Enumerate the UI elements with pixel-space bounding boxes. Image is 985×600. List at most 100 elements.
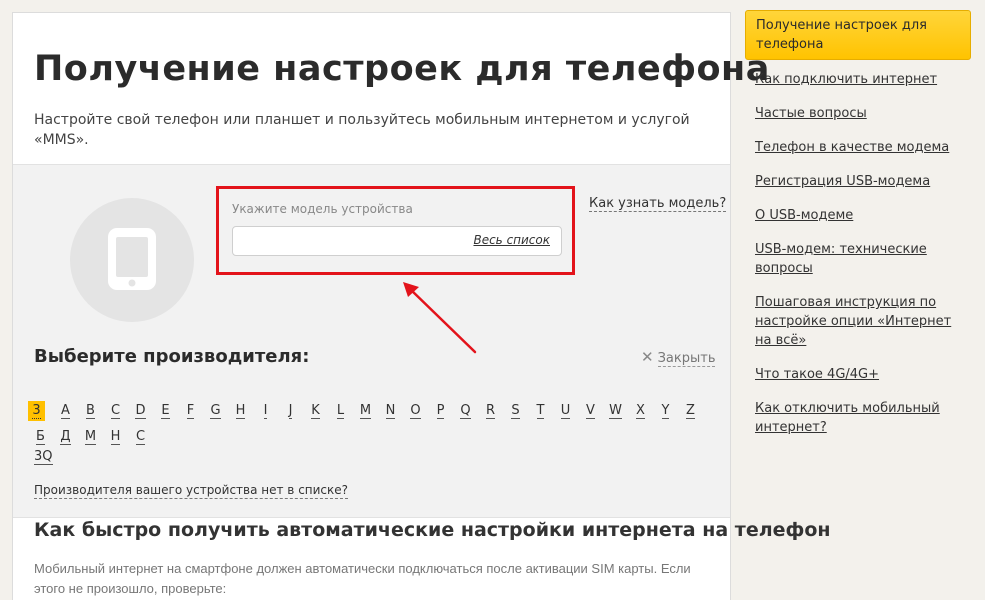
letter-label: Z xyxy=(686,403,695,419)
manufacturer-not-found-link[interactable]: Производителя вашего устройства нет в сп… xyxy=(34,483,349,499)
letter-label: U xyxy=(560,403,571,419)
how-to-find-model-link[interactable]: Как узнать модель? xyxy=(589,196,727,212)
sidebar-item[interactable]: Телефон в качестве модема xyxy=(755,138,971,157)
letter-latin-21[interactable]: U xyxy=(553,401,578,421)
sidebar-item-label: О USB-модеме xyxy=(755,208,854,223)
sidebar-item[interactable]: Как отключить мобильный интернет? xyxy=(755,399,971,437)
letter-label: Y xyxy=(661,403,670,419)
sidebar-item-label: Частые вопросы xyxy=(755,106,867,121)
letter-latin-1[interactable]: A xyxy=(53,401,78,421)
letter-label: T xyxy=(536,403,545,419)
letter-latin-13[interactable]: M xyxy=(353,401,378,421)
section-title: Как быстро получить автоматические настр… xyxy=(34,519,831,541)
letter-latin-22[interactable]: V xyxy=(578,401,603,421)
letter-label: 3 xyxy=(32,403,41,419)
section-text: Мобильный интернет на смартфоне должен а… xyxy=(34,561,691,596)
sidebar-item[interactable]: Регистрация USB-модема xyxy=(755,172,971,191)
close-icon: ✕ xyxy=(641,348,654,366)
letter-latin-16[interactable]: P xyxy=(428,401,453,421)
letter-label: O xyxy=(410,403,421,419)
letter-latin-2[interactable]: B xyxy=(78,401,103,421)
letter-latin-17[interactable]: Q xyxy=(453,401,478,421)
letter-label: N xyxy=(385,403,396,419)
sidebar-item-label: Что такое 4G/4G+ xyxy=(755,367,880,382)
sidebar-item-active[interactable]: Получение настроек для телефона xyxy=(745,10,971,60)
sidebar-item-label: Телефон в качестве модема xyxy=(755,140,950,155)
letter-label: С xyxy=(135,429,146,445)
sidebar-item[interactable]: USB-модем: технические вопросы xyxy=(755,240,971,278)
close-button[interactable]: ✕ Закрыть xyxy=(641,348,716,367)
letter-cyrillic-1[interactable]: Д xyxy=(53,427,78,447)
sidebar-list: Как подключить интернет Частые вопросы Тел… xyxy=(755,70,971,437)
phone-icon xyxy=(108,228,156,290)
sidebar-item[interactable]: Как подключить интернет xyxy=(755,70,971,89)
arrow-annotation xyxy=(403,282,477,354)
letter-label: Н xyxy=(110,429,121,445)
sidebar-item[interactable]: Пошаговая инструкция по настройке опции … xyxy=(755,293,971,350)
sidebar-item-label: Пошаговая инструкция по настройке опции … xyxy=(755,295,952,348)
letter-latin-19[interactable]: S xyxy=(503,401,528,421)
letter-latin-3[interactable]: C xyxy=(103,401,128,421)
letter-cyrillic-4[interactable]: С xyxy=(128,427,153,447)
letter-label: L xyxy=(336,403,345,419)
letter-label: G xyxy=(210,403,221,419)
letter-cyrillic-0[interactable]: Б xyxy=(28,427,53,447)
letter-latin-10[interactable]: J xyxy=(278,401,303,421)
brand-link[interactable]: 3Q xyxy=(34,449,53,465)
letter-latin-24[interactable]: X xyxy=(628,401,653,421)
letter-label: Б xyxy=(36,429,45,445)
letter-label: I xyxy=(263,403,268,419)
sidebar-item[interactable]: О USB-модеме xyxy=(755,206,971,225)
letter-latin-0[interactable]: 3 xyxy=(28,401,45,421)
letter-cyrillic-2[interactable]: М xyxy=(78,427,103,447)
page-subtitle: Настройте свой телефон или планшет и пол… xyxy=(34,112,690,148)
manufacturer-heading: Выберите производителя: xyxy=(34,346,310,367)
letter-label: M xyxy=(359,403,372,419)
letter-latin-12[interactable]: L xyxy=(328,401,353,421)
letter-latin-8[interactable]: H xyxy=(228,401,253,421)
letters-cyrillic: БДМНС xyxy=(28,426,153,448)
letter-label: Д xyxy=(60,429,71,445)
sidebar-item[interactable]: Что такое 4G/4G+ xyxy=(755,365,971,384)
letter-label: М xyxy=(84,429,97,445)
letter-latin-15[interactable]: O xyxy=(403,401,428,421)
letter-label: V xyxy=(586,403,595,419)
sidebar-item-label: Регистрация USB-модема xyxy=(755,174,931,189)
sidebar: Получение настроек для телефона Как подк… xyxy=(745,10,971,437)
search-label: Укажите модель устройства xyxy=(232,202,413,216)
letter-label: X xyxy=(636,403,645,419)
letter-latin-7[interactable]: G xyxy=(203,401,228,421)
letter-latin-23[interactable]: W xyxy=(603,401,628,421)
letter-cyrillic-3[interactable]: Н xyxy=(103,427,128,447)
letter-label: D xyxy=(135,403,146,419)
letter-latin-20[interactable]: T xyxy=(528,401,553,421)
letter-latin-25[interactable]: Y xyxy=(653,401,678,421)
letter-latin-6[interactable]: F xyxy=(178,401,203,421)
device-selector-panel: Укажите модель устройства Весь список Ка… xyxy=(13,164,730,518)
sidebar-item[interactable]: Частые вопросы xyxy=(755,104,971,123)
letter-label: J xyxy=(288,403,293,419)
letter-label: K xyxy=(311,403,320,419)
model-search-input[interactable]: Весь список xyxy=(232,226,562,256)
letter-latin-4[interactable]: D xyxy=(128,401,153,421)
letter-label: P xyxy=(436,403,445,419)
full-list-link[interactable]: Весь список xyxy=(473,233,550,247)
sidebar-item-label: USB-модем: технические вопросы xyxy=(755,242,927,276)
letter-label: E xyxy=(161,403,170,419)
letter-latin-18[interactable]: R xyxy=(478,401,503,421)
sidebar-item-label: Как подключить интернет xyxy=(755,72,938,87)
letter-label: C xyxy=(110,403,121,419)
letter-latin-14[interactable]: N xyxy=(378,401,403,421)
letter-latin-9[interactable]: I xyxy=(253,401,278,421)
letter-latin-5[interactable]: E xyxy=(153,401,178,421)
model-search-highlight: Укажите модель устройства Весь список xyxy=(216,186,575,275)
letter-label: H xyxy=(235,403,246,419)
letters-latin: 3 ABCDEFGH I J KLMNOPQRSTUVWXYZ xyxy=(28,400,703,422)
letter-label: B xyxy=(86,403,95,419)
letter-label: R xyxy=(485,403,496,419)
device-placeholder xyxy=(70,198,194,322)
letter-label: A xyxy=(61,403,70,419)
letter-latin-26[interactable]: Z xyxy=(678,401,703,421)
page-title: Получение настроек для телефона xyxy=(34,49,770,89)
letter-latin-11[interactable]: K xyxy=(303,401,328,421)
